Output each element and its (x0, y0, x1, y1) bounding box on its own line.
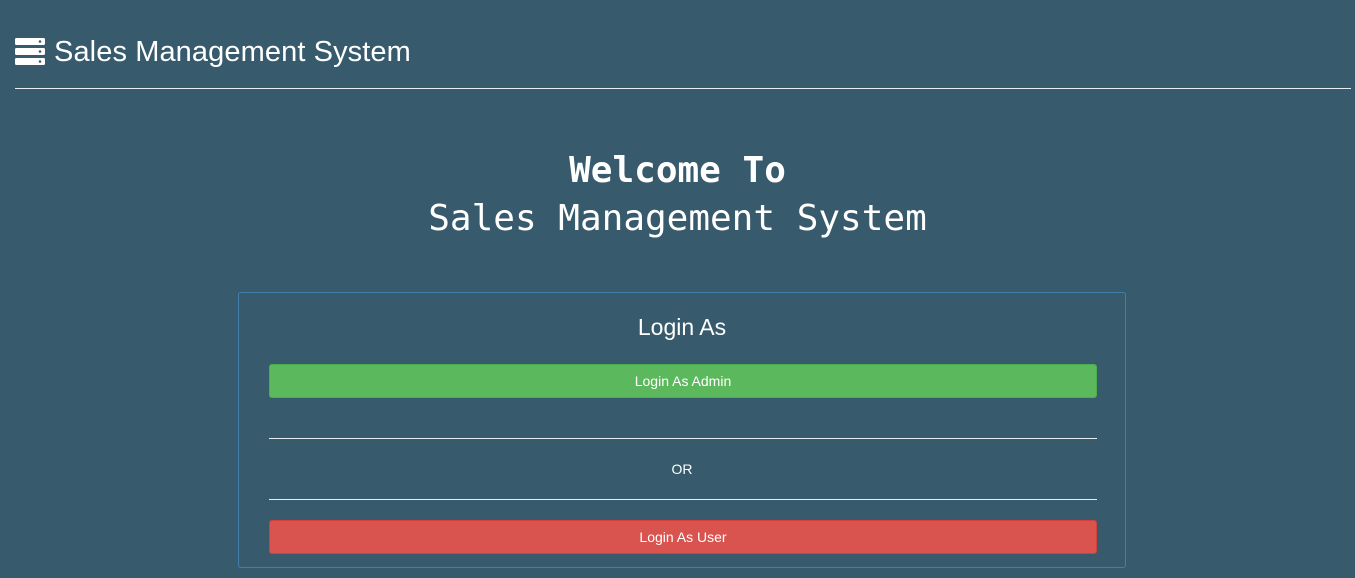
app-header: Sales Management System (14, 30, 411, 74)
or-divider-bottom (269, 499, 1097, 500)
welcome-line-1: Welcome To (569, 150, 786, 191)
login-panel: Login As Login As Admin OR Login As User (238, 292, 1126, 568)
header-divider (15, 88, 1351, 89)
login-as-user-button[interactable]: Login As User (269, 520, 1097, 554)
or-separator-text: OR (671, 461, 693, 477)
login-as-admin-button[interactable]: Login As Admin (269, 364, 1097, 398)
login-panel-title: Login As (637, 314, 727, 340)
welcome-line-2: Sales Management System (428, 198, 927, 239)
app-title: Sales Management System (54, 35, 411, 68)
server-icon (14, 37, 46, 67)
welcome-heading: Welcome To Sales Management System (0, 148, 1355, 244)
or-divider-top (269, 438, 1097, 439)
